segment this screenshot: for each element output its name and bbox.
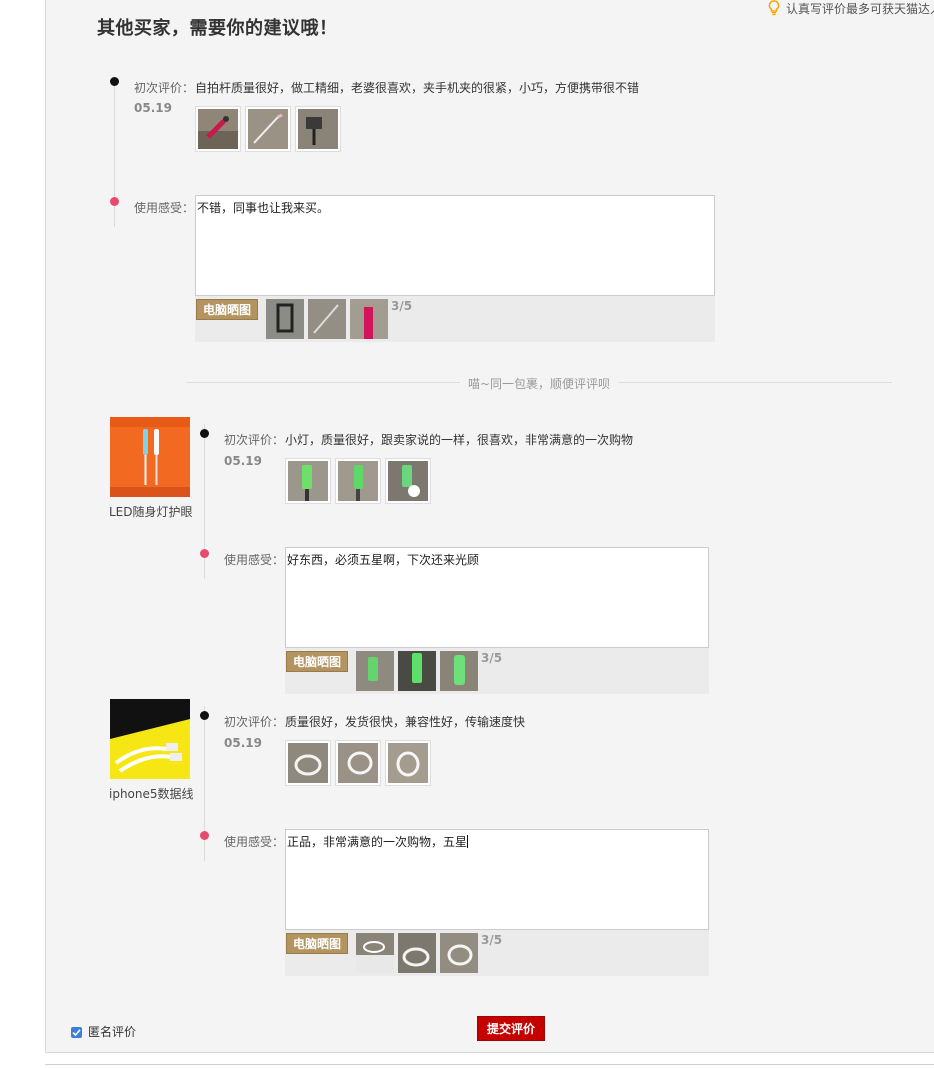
- photo-upload-bar: 电脑晒图 3/5: [285, 930, 709, 976]
- first-review-text: 质量很好，发货很快，兼容性好，传输速度快: [285, 715, 526, 729]
- uploaded-photo[interactable]: [356, 651, 394, 691]
- review-date: 05.19: [224, 736, 262, 750]
- feeling-dot: [200, 549, 209, 558]
- tip-banner: 认真写评价最多可获天猫达人: [768, 0, 934, 16]
- feeling-text: 不错，同事也让我来买。: [197, 201, 330, 215]
- first-review-label: 初次评价：: [134, 81, 195, 95]
- product-image[interactable]: [110, 417, 190, 497]
- text-cursor: [467, 835, 469, 848]
- uploaded-photo[interactable]: [266, 299, 304, 339]
- photo-count: 3/5: [391, 299, 413, 313]
- first-review-text: 自拍杆质量很好，做工精细，老婆很喜欢，夹手机夹的很紧，小巧，方便携带很不错: [195, 81, 640, 95]
- uploaded-photo[interactable]: [398, 651, 436, 691]
- review-photo[interactable]: [285, 740, 331, 786]
- uploaded-photo[interactable]: [356, 933, 394, 973]
- product-name[interactable]: LED随身灯护眼: [109, 503, 193, 520]
- product-name[interactable]: iphone5数据线: [109, 785, 194, 802]
- review-photo[interactable]: [385, 458, 431, 504]
- feeling-label: 使用感受：: [134, 201, 195, 215]
- review-date: 05.19: [134, 101, 172, 115]
- first-review-dot: [200, 711, 209, 720]
- uploaded-photo[interactable]: [398, 933, 436, 973]
- tip-text: 认真写评价最多可获天猫达人: [786, 2, 934, 16]
- checkbox-checked-icon[interactable]: [71, 1027, 82, 1038]
- review-photo[interactable]: [285, 458, 331, 504]
- uploaded-photo[interactable]: [440, 651, 478, 691]
- photo-count: 3/5: [481, 651, 503, 665]
- anonymous-label: 匿名评价: [88, 1025, 137, 1039]
- first-review-text: 小灯，质量很好，跟卖家说的一样，很喜欢，非常满意的一次购物: [285, 433, 634, 447]
- submit-review-button[interactable]: 提交评价: [477, 1016, 545, 1041]
- feeling-label: 使用感受：: [224, 835, 285, 849]
- upload-photo-button[interactable]: 电脑晒图: [286, 933, 348, 954]
- photo-upload-bar: 电脑晒图 3/5: [285, 648, 709, 694]
- divider-text: 喵~同一包裹，顺便评评呗: [460, 375, 619, 392]
- review-photo[interactable]: [335, 740, 381, 786]
- feeling-textarea[interactable]: 正品，非常满意的一次购物，五星: [285, 829, 709, 930]
- review-photo[interactable]: [335, 458, 381, 504]
- anonymous-review-checkbox[interactable]: 匿名评价: [71, 1023, 136, 1040]
- feeling-dot: [110, 197, 119, 206]
- review-date: 05.19: [224, 454, 262, 468]
- photo-count: 3/5: [481, 933, 503, 947]
- photo-upload-bar: 电脑晒图 3/5: [195, 296, 715, 342]
- first-review-label: 初次评价：: [224, 715, 285, 729]
- review-photo[interactable]: [295, 106, 341, 152]
- feeling-text: 好东西，必须五星啊，下次还来光顾: [287, 553, 480, 567]
- feeling-textarea[interactable]: 不错，同事也让我来买。: [195, 195, 715, 296]
- page-title: 其他买家，需要你的建议哦！: [97, 18, 338, 39]
- first-review-label: 初次评价：: [224, 433, 285, 447]
- feeling-label: 使用感受：: [224, 553, 285, 567]
- bottom-divider: [45, 1064, 934, 1065]
- lightbulb-icon: [768, 0, 780, 16]
- review-photo[interactable]: [385, 740, 431, 786]
- review-photo[interactable]: [245, 106, 291, 152]
- review-photo[interactable]: [195, 106, 241, 152]
- uploaded-photo[interactable]: [308, 299, 346, 339]
- feeling-dot: [200, 831, 209, 840]
- product-image[interactable]: [110, 699, 190, 779]
- first-review-dot: [200, 429, 209, 438]
- first-review-dot: [110, 77, 119, 86]
- uploaded-photo[interactable]: [350, 299, 388, 339]
- feeling-text: 正品，非常满意的一次购物，五星: [287, 835, 468, 849]
- upload-photo-button[interactable]: 电脑晒图: [196, 299, 258, 320]
- upload-photo-button[interactable]: 电脑晒图: [286, 651, 348, 672]
- feeling-textarea[interactable]: 好东西，必须五星啊，下次还来光顾: [285, 547, 709, 648]
- uploaded-photo[interactable]: [440, 933, 478, 973]
